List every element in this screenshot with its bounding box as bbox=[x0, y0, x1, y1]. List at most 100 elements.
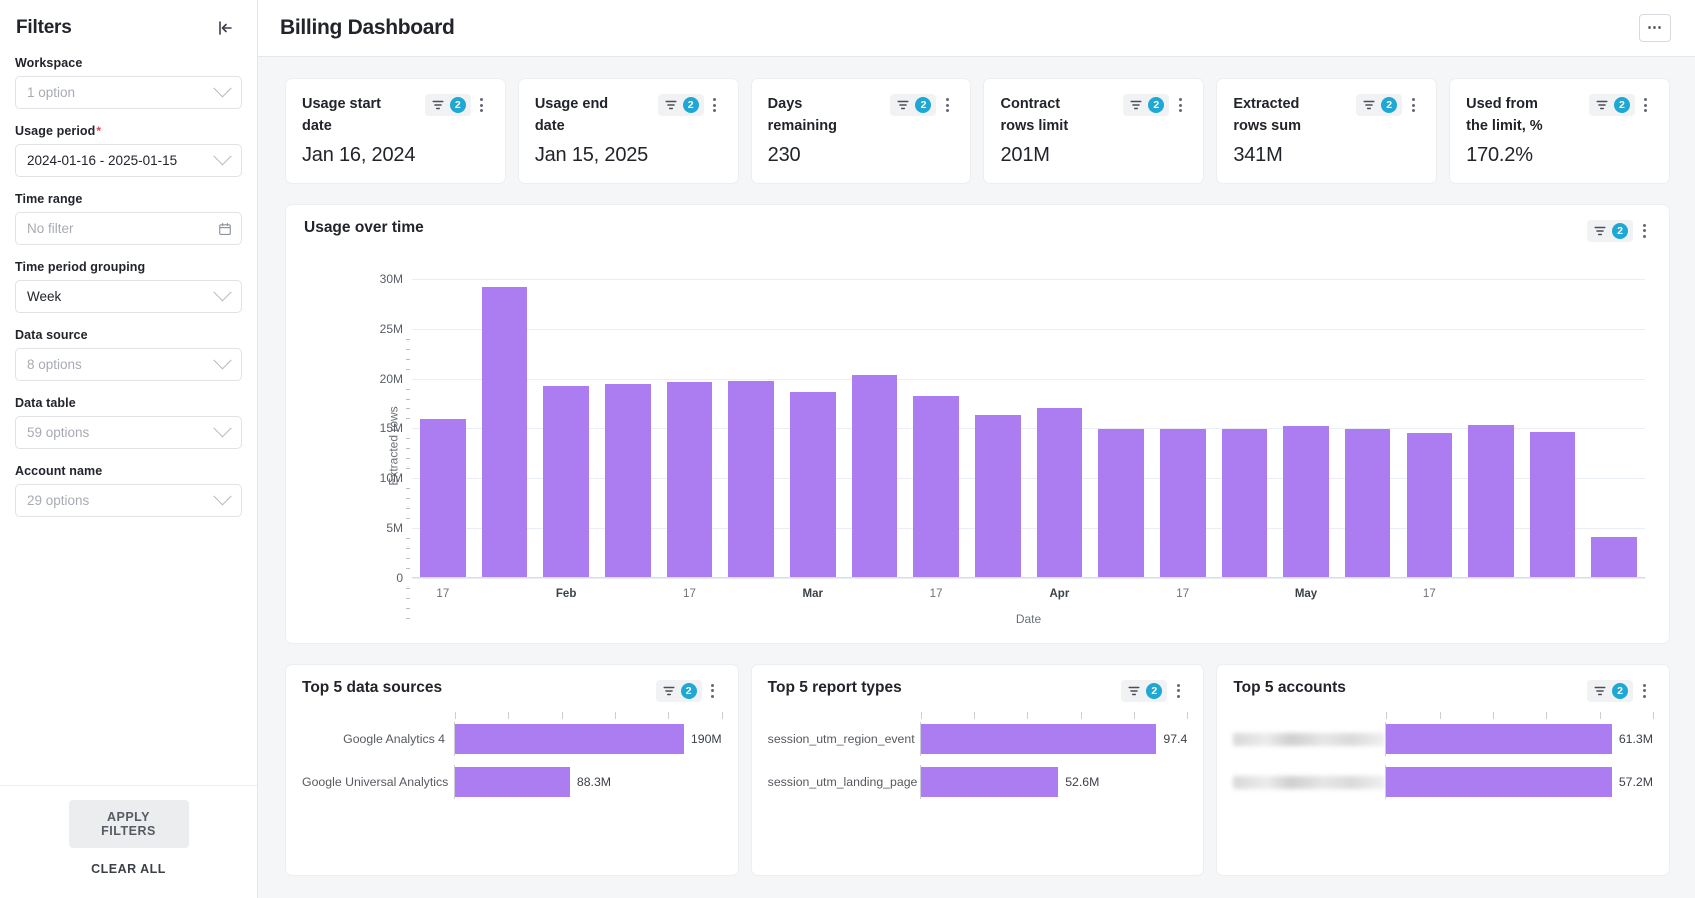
collapse-sidebar-icon[interactable] bbox=[213, 16, 237, 40]
bar[interactable] bbox=[920, 766, 1059, 797]
x-axis-line bbox=[412, 576, 1645, 578]
panel-menu-button[interactable] bbox=[1635, 221, 1653, 241]
panel-menu-button[interactable] bbox=[473, 95, 491, 115]
filter-icon bbox=[897, 100, 909, 110]
kpi-header: Used from the limit, % 2 bbox=[1466, 93, 1655, 138]
bar[interactable] bbox=[1529, 432, 1576, 578]
filter-field-data-source: Data source 8 options bbox=[15, 328, 242, 381]
filter-chip[interactable]: 2 bbox=[657, 94, 704, 116]
field-control-2[interactable]: No filter bbox=[15, 212, 242, 245]
y-axis-minor-tick bbox=[406, 538, 410, 540]
bar[interactable] bbox=[974, 415, 1021, 578]
bar[interactable] bbox=[1036, 408, 1083, 578]
filter-chip[interactable]: 2 bbox=[1121, 679, 1168, 702]
x-axis-tick bbox=[474, 588, 536, 600]
panel-menu-button[interactable] bbox=[1404, 95, 1422, 115]
filter-icon bbox=[663, 686, 675, 696]
kpi-label: Contract rows limit bbox=[1000, 96, 1069, 135]
panel-menu-button[interactable] bbox=[704, 681, 722, 701]
bar[interactable] bbox=[913, 395, 959, 578]
y-axis-tick: 20M bbox=[379, 371, 403, 386]
x-axis-tick bbox=[455, 711, 456, 719]
field-control-5[interactable]: 59 options bbox=[15, 416, 242, 449]
bar[interactable] bbox=[481, 286, 528, 578]
bar[interactable] bbox=[604, 383, 651, 578]
field-label: Account name bbox=[15, 464, 103, 478]
filter-field-workspace: Workspace 1 option bbox=[15, 56, 242, 109]
filter-field-time-range: Time range No filter bbox=[15, 192, 242, 245]
bar[interactable] bbox=[666, 381, 713, 578]
filter-chip[interactable]: 2 bbox=[1587, 679, 1634, 702]
bar[interactable] bbox=[1221, 429, 1268, 578]
dashboard-more-button[interactable]: ⋯ bbox=[1639, 14, 1671, 42]
bar-slot bbox=[1090, 264, 1152, 578]
x-axis-tick bbox=[597, 588, 659, 600]
top5-panel-row: Top 5 data sources 2 Google Analytics 4 190… bbox=[286, 664, 1670, 875]
kpi-card-3: Contract rows limit 2 201M bbox=[984, 79, 1204, 183]
bar[interactable] bbox=[420, 419, 466, 578]
x-axis-tick bbox=[1522, 588, 1584, 600]
panel-menu-button[interactable] bbox=[706, 95, 724, 115]
field-label: Data source bbox=[15, 328, 88, 342]
x-axis-tick bbox=[1386, 711, 1388, 719]
filters-footer: APPLY FILTERS CLEAR ALL bbox=[0, 785, 257, 898]
filter-chip[interactable]: 2 bbox=[655, 679, 702, 702]
bar[interactable] bbox=[728, 380, 774, 578]
filter-count-badge: 2 bbox=[915, 97, 932, 113]
bar[interactable] bbox=[920, 723, 1157, 754]
x-axis-tick: 17 bbox=[1176, 587, 1190, 600]
field-control-4[interactable]: 8 options bbox=[15, 348, 242, 381]
filter-count-badge: 2 bbox=[1381, 97, 1398, 113]
bar[interactable] bbox=[1386, 766, 1612, 797]
panel-menu-button[interactable] bbox=[1635, 681, 1653, 701]
bar[interactable] bbox=[789, 391, 836, 578]
panel-menu-button[interactable] bbox=[1171, 95, 1189, 115]
filter-chip[interactable]: 2 bbox=[890, 94, 937, 116]
panel-menu-button[interactable] bbox=[1169, 681, 1187, 701]
bar[interactable] bbox=[1283, 426, 1329, 578]
y-axis-minor-tick bbox=[406, 587, 410, 589]
x-axis-tick bbox=[1439, 711, 1441, 719]
clear-all-button[interactable]: CLEAR ALL bbox=[71, 856, 186, 882]
bar-label: session_utm_landing_page bbox=[767, 774, 918, 789]
bar[interactable] bbox=[1098, 429, 1144, 578]
bar[interactable] bbox=[1386, 723, 1612, 754]
panel-menu-button[interactable] bbox=[938, 95, 956, 115]
filters-sidebar: Filters Workspace 1 option Usage period* 20… bbox=[0, 0, 258, 898]
filter-chip[interactable]: 2 bbox=[1587, 219, 1633, 242]
bar-slot bbox=[1337, 264, 1399, 578]
bar-slot bbox=[720, 264, 782, 578]
y-axis-minor-tick bbox=[406, 398, 410, 400]
field-control-6[interactable]: 29 options bbox=[15, 484, 242, 517]
panel-menu-button[interactable] bbox=[1637, 95, 1655, 115]
bar[interactable] bbox=[543, 385, 589, 578]
bar-slot bbox=[535, 264, 597, 578]
filter-icon bbox=[1128, 686, 1140, 696]
apply-filters-button[interactable]: APPLY FILTERS bbox=[68, 800, 189, 848]
horizontal-bar-chart: session_utm_region_event 97.4 session_utm_… bbox=[767, 711, 1189, 799]
bar[interactable] bbox=[1468, 425, 1514, 578]
bar[interactable] bbox=[455, 723, 684, 754]
bar[interactable] bbox=[1591, 537, 1638, 578]
filter-count-badge: 2 bbox=[449, 97, 466, 113]
bar[interactable] bbox=[1159, 429, 1206, 578]
filter-chip[interactable]: 2 bbox=[1588, 94, 1635, 116]
filter-chip[interactable]: 2 bbox=[424, 94, 471, 116]
bar[interactable] bbox=[1344, 429, 1391, 578]
filter-field-usage-period: Usage period* 2024-01-16 - 2025-01-15 bbox=[15, 124, 242, 177]
bar[interactable] bbox=[455, 766, 570, 797]
filter-chip[interactable]: 2 bbox=[1356, 94, 1403, 116]
bar[interactable] bbox=[1406, 433, 1453, 578]
x-axis-tick: Feb bbox=[555, 587, 577, 600]
bar-slot bbox=[412, 264, 474, 578]
filter-chip[interactable]: 2 bbox=[1123, 94, 1170, 116]
bar-slot bbox=[1275, 264, 1337, 578]
kpi-card-1: Usage end date 2 Jan 15, 2025 bbox=[518, 79, 738, 183]
field-control-3[interactable]: Week bbox=[15, 280, 242, 313]
y-axis-tick: 30M bbox=[379, 271, 403, 286]
bar[interactable] bbox=[851, 374, 898, 578]
field-control-1[interactable]: 2024-01-16 - 2025-01-15 bbox=[15, 144, 242, 177]
field-control-0[interactable]: 1 option bbox=[15, 76, 242, 109]
bar-value-label: 52.6M bbox=[1065, 774, 1100, 789]
x-axis-tick bbox=[967, 588, 1029, 600]
